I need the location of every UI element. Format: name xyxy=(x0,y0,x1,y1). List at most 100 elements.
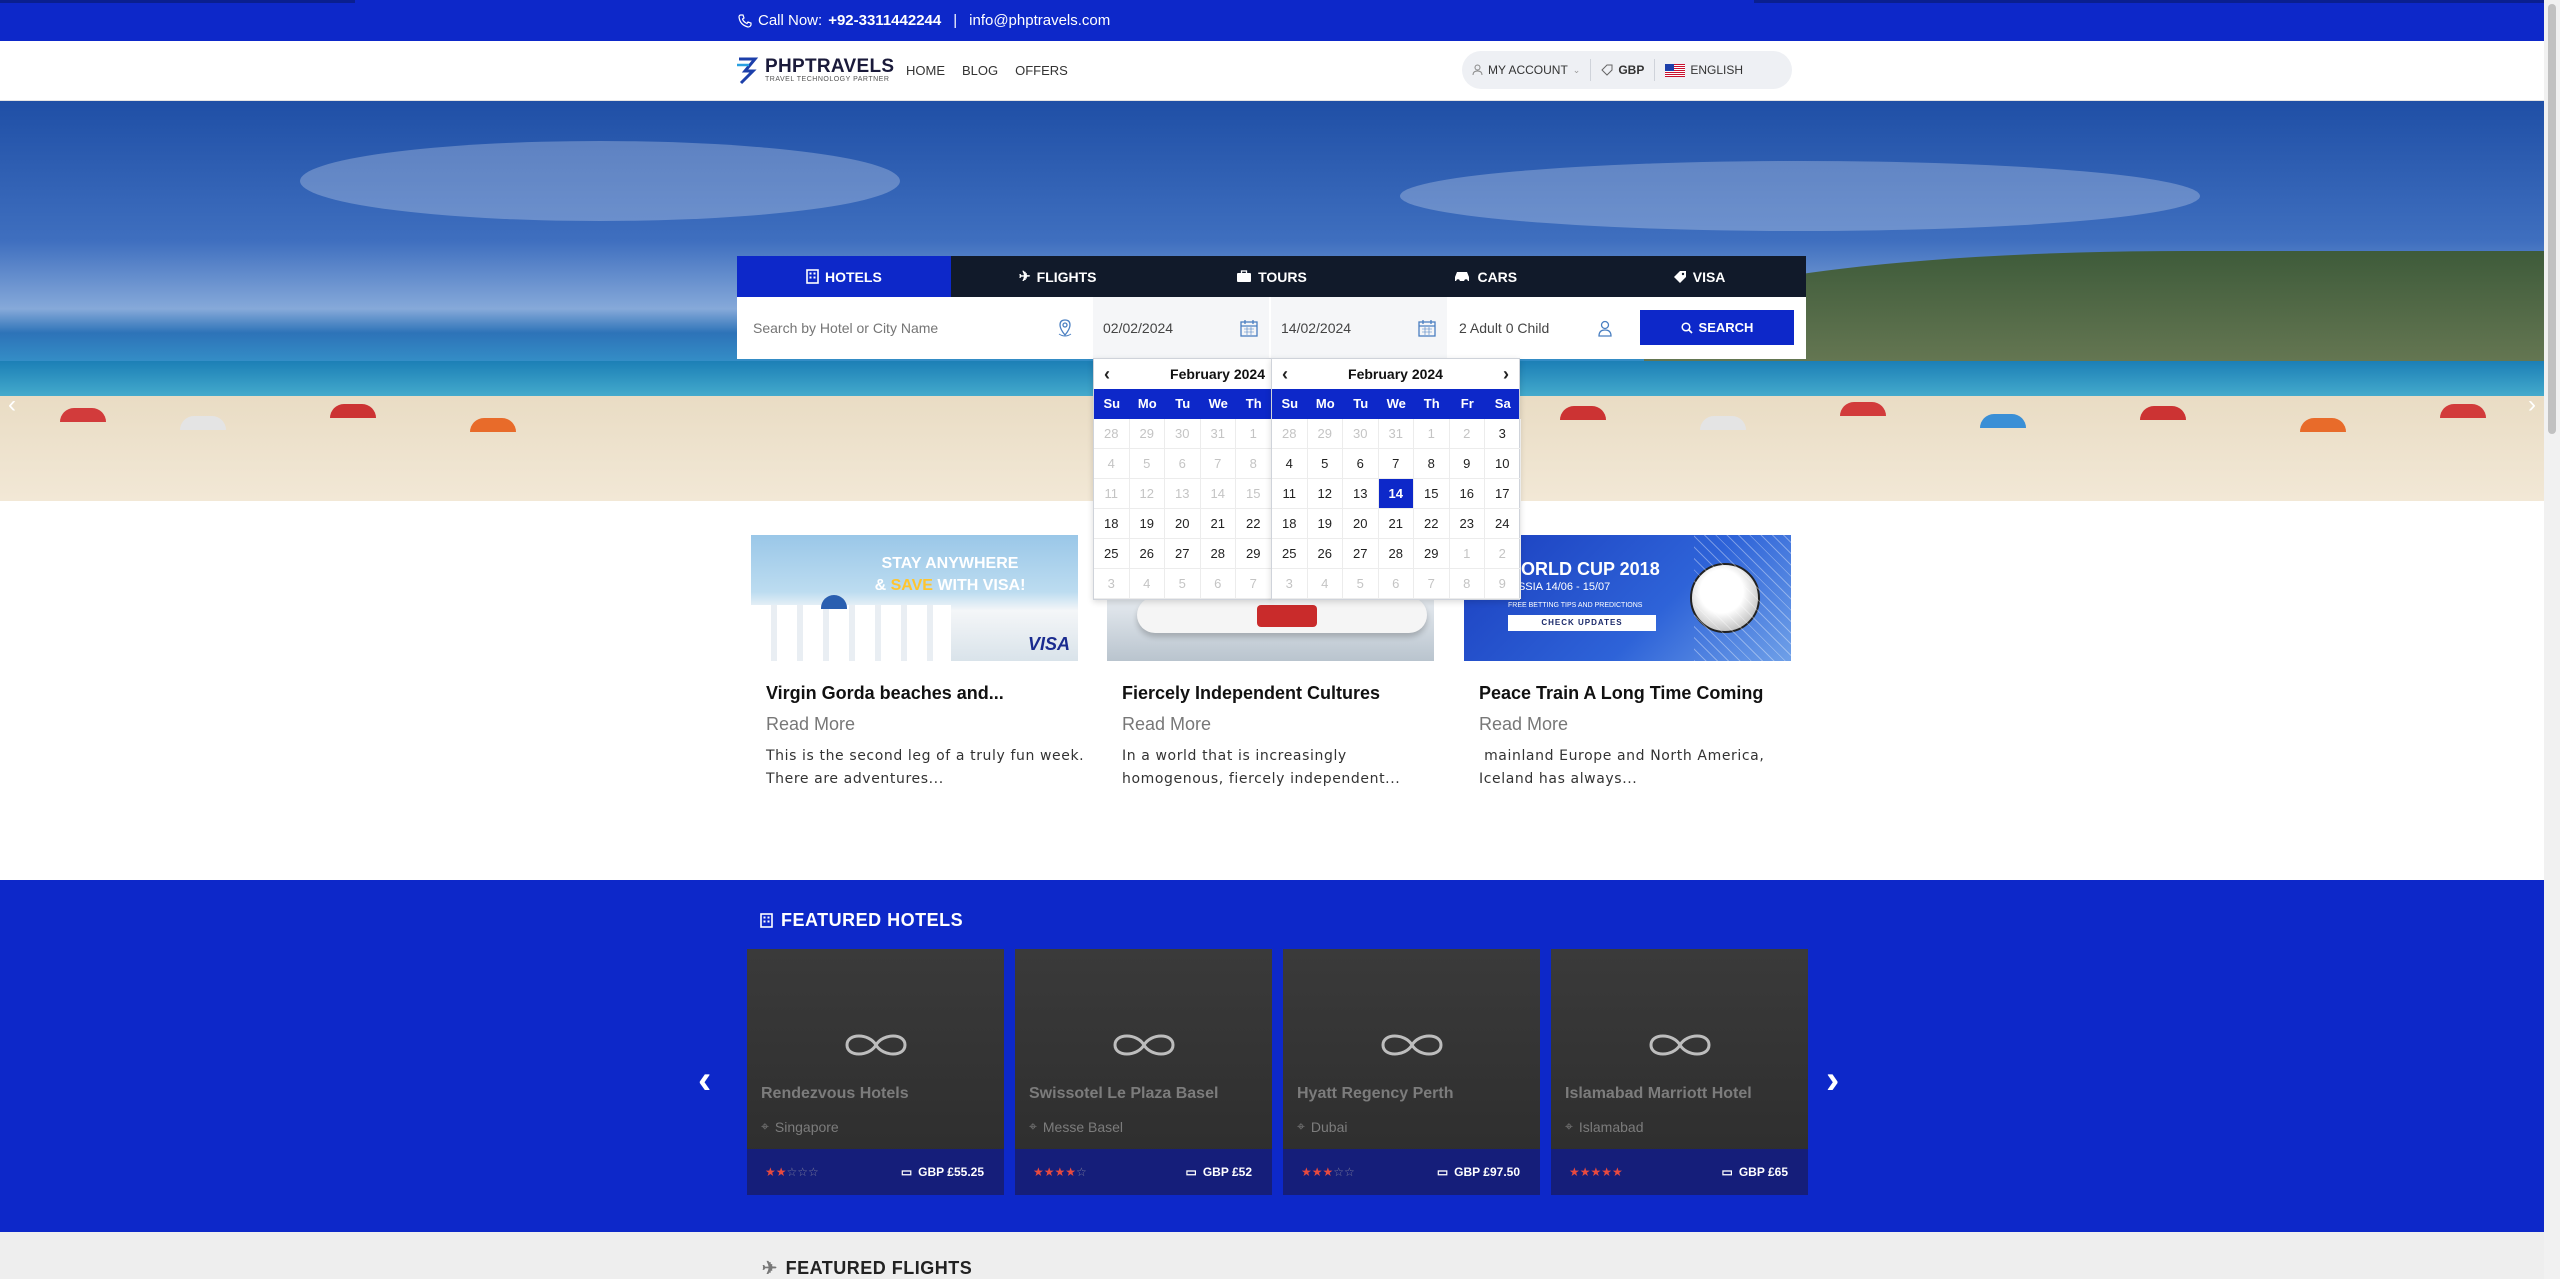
datepicker-day[interactable]: 6 xyxy=(1343,449,1379,479)
my-account-menu[interactable]: MY ACCOUNT ⌄ xyxy=(1462,51,1590,89)
carousel-prev-arrow[interactable]: ‹ xyxy=(698,1058,711,1103)
datepicker-day[interactable]: 6 xyxy=(1165,449,1201,479)
datepicker-day[interactable]: 5 xyxy=(1343,569,1379,599)
datepicker-day[interactable]: 29 xyxy=(1307,419,1343,449)
datepicker-day[interactable]: 25 xyxy=(1094,539,1130,569)
datepicker-day[interactable]: 20 xyxy=(1343,509,1379,539)
blog-title[interactable]: Peace Train A Long Time Coming xyxy=(1479,683,1791,704)
datepicker-day[interactable]: 14 xyxy=(1378,479,1414,509)
datepicker-day[interactable]: 28 xyxy=(1094,419,1130,449)
destination-input[interactable] xyxy=(753,320,1043,336)
hotel-card[interactable]: Islamabad Marriott Hotel ⌖ Islamabad ★★★★★ ▭… xyxy=(1551,949,1808,1195)
datepicker-day[interactable]: 29 xyxy=(1129,419,1165,449)
datepicker-day[interactable]: 8 xyxy=(1414,449,1450,479)
tab-visa[interactable]: VISA xyxy=(1592,256,1806,297)
datepicker-day[interactable]: 26 xyxy=(1307,539,1343,569)
datepicker-day[interactable]: 1 xyxy=(1236,419,1271,449)
read-more-link[interactable]: Read More xyxy=(1122,714,1434,735)
guests-field[interactable]: 2 Adult 0 Child xyxy=(1449,297,1625,359)
datepicker-day[interactable]: 20 xyxy=(1165,509,1201,539)
datepicker-day[interactable]: 28 xyxy=(1200,539,1236,569)
nav-blog[interactable]: BLOG xyxy=(962,63,998,78)
datepicker-day[interactable]: 4 xyxy=(1129,569,1165,599)
datepicker-day[interactable]: 19 xyxy=(1129,509,1165,539)
datepicker-day[interactable]: 22 xyxy=(1414,509,1450,539)
tab-tours[interactable]: TOURS xyxy=(1165,256,1379,297)
datepicker-day[interactable]: 13 xyxy=(1165,479,1201,509)
email-address[interactable]: info@phptravels.com xyxy=(969,12,1110,29)
datepicker-day[interactable]: 18 xyxy=(1272,509,1308,539)
scrollbar-thumb[interactable] xyxy=(2548,4,2556,434)
datepicker-day[interactable]: 11 xyxy=(1272,479,1308,509)
search-button[interactable]: SEARCH xyxy=(1640,310,1794,345)
hotel-name[interactable]: Hyatt Regency Perth xyxy=(1297,1085,1454,1103)
datepicker-day[interactable]: 7 xyxy=(1378,449,1414,479)
datepicker-day[interactable]: 6 xyxy=(1200,569,1236,599)
tab-flights[interactable]: ✈ FLIGHTS xyxy=(951,256,1165,297)
datepicker-day[interactable]: 5 xyxy=(1307,449,1343,479)
datepicker-day[interactable]: 10 xyxy=(1485,449,1521,479)
tab-hotels[interactable]: HOTELS xyxy=(737,256,951,297)
datepicker-day[interactable]: 21 xyxy=(1378,509,1414,539)
datepicker-day[interactable]: 15 xyxy=(1414,479,1450,509)
datepicker-day[interactable]: 23 xyxy=(1449,509,1485,539)
datepicker-prev-icon[interactable]: ‹ xyxy=(1282,364,1288,385)
datepicker-day[interactable]: 21 xyxy=(1200,509,1236,539)
datepicker-day[interactable]: 29 xyxy=(1414,539,1450,569)
datepicker-day[interactable]: 28 xyxy=(1272,419,1308,449)
datepicker-day[interactable]: 8 xyxy=(1449,569,1485,599)
tab-cars[interactable]: CARS xyxy=(1378,256,1592,297)
datepicker-day[interactable]: 12 xyxy=(1307,479,1343,509)
hotel-card[interactable]: Swissotel Le Plaza Basel ⌖ Messe Basel ★★★★… xyxy=(1015,949,1272,1195)
datepicker-day[interactable]: 7 xyxy=(1414,569,1450,599)
datepicker-day[interactable]: 3 xyxy=(1272,569,1308,599)
site-logo[interactable]: PHPTRAVELS TRAVEL TECHNOLOGY PARTNER xyxy=(735,55,894,85)
datepicker-day[interactable]: 31 xyxy=(1200,419,1236,449)
datepicker-day[interactable]: 27 xyxy=(1343,539,1379,569)
phone-number[interactable]: +92-3311442244 xyxy=(828,12,941,29)
datepicker-day[interactable]: 26 xyxy=(1129,539,1165,569)
blog-card[interactable]: STAY ANYWHERE & SAVE WITH VISA! VISA Vir… xyxy=(751,535,1084,791)
datepicker-day[interactable]: 25 xyxy=(1272,539,1308,569)
datepicker-day[interactable]: 4 xyxy=(1307,569,1343,599)
datepicker-day[interactable]: 19 xyxy=(1307,509,1343,539)
datepicker-day[interactable]: 1 xyxy=(1449,539,1485,569)
datepicker-day[interactable]: 27 xyxy=(1165,539,1201,569)
datepicker-day[interactable]: 18 xyxy=(1094,509,1130,539)
datepicker-day[interactable]: 28 xyxy=(1378,539,1414,569)
datepicker-day[interactable]: 12 xyxy=(1129,479,1165,509)
nav-offers[interactable]: OFFERS xyxy=(1015,63,1068,78)
hotel-name[interactable]: Islamabad Marriott Hotel xyxy=(1565,1085,1752,1103)
hotel-card[interactable]: Rendezvous Hotels ⌖ Singapore ★★☆☆☆ ▭ GBP £55… xyxy=(747,949,1004,1195)
datepicker-day[interactable]: 29 xyxy=(1236,539,1271,569)
checkout-input[interactable] xyxy=(1281,320,1401,336)
hotel-card[interactable]: Hyatt Regency Perth ⌖ Dubai ★★★☆☆ ▭ GBP £97.5… xyxy=(1283,949,1540,1195)
datepicker-day[interactable]: 5 xyxy=(1129,449,1165,479)
hotel-name[interactable]: Swissotel Le Plaza Basel xyxy=(1029,1085,1218,1103)
datepicker-day[interactable]: 7 xyxy=(1200,449,1236,479)
nav-home[interactable]: HOME xyxy=(906,63,945,78)
datepicker-day[interactable]: 15 xyxy=(1236,479,1271,509)
blog-title[interactable]: Virgin Gorda beaches and... xyxy=(766,683,1078,704)
datepicker-day[interactable]: 17 xyxy=(1485,479,1521,509)
datepicker-day[interactable]: 11 xyxy=(1094,479,1130,509)
hero-next-arrow[interactable]: › xyxy=(2528,391,2536,419)
currency-selector[interactable]: GBP xyxy=(1591,51,1654,89)
datepicker-day[interactable]: 13 xyxy=(1343,479,1379,509)
checkin-input[interactable] xyxy=(1103,320,1223,336)
datepicker-day[interactable]: 1 xyxy=(1414,419,1450,449)
datepicker-day[interactable]: 3 xyxy=(1485,419,1521,449)
datepicker-day[interactable]: 3 xyxy=(1094,569,1130,599)
datepicker-prev-icon[interactable]: ‹ xyxy=(1104,364,1110,385)
page-scrollbar[interactable] xyxy=(2544,0,2560,1279)
language-selector[interactable]: ENGLISH xyxy=(1655,51,1753,89)
blog-title[interactable]: Fiercely Independent Cultures xyxy=(1122,683,1434,704)
datepicker-day[interactable]: 7 xyxy=(1236,569,1271,599)
datepicker-day[interactable]: 30 xyxy=(1343,419,1379,449)
datepicker-next-icon[interactable]: › xyxy=(1503,364,1509,385)
datepicker-day[interactable]: 9 xyxy=(1449,449,1485,479)
datepicker-day[interactable]: 8 xyxy=(1236,449,1271,479)
datepicker-day[interactable]: 31 xyxy=(1378,419,1414,449)
datepicker-day[interactable]: 14 xyxy=(1200,479,1236,509)
datepicker-day[interactable]: 6 xyxy=(1378,569,1414,599)
